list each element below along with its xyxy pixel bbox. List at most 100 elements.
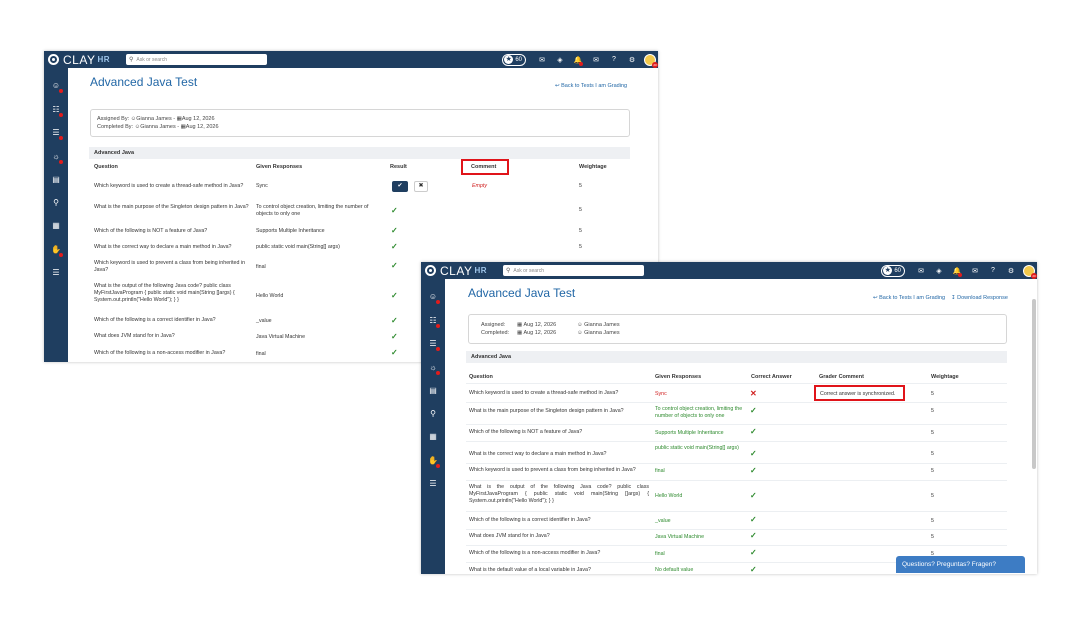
weightage-cell: 5 [579,183,582,189]
response-cell: Java Virtual Machine [256,334,306,340]
users-icon[interactable]: ☺ [425,290,441,304]
assignment-info: Assigned: ▦ Aug 12, 2026 ☺ Gianna James … [468,314,1007,344]
points-badge[interactable]: ★ 60 [881,264,905,277]
back-link[interactable]: ↩ Back to Tests I am Grading [555,83,627,89]
response-cell: _value [256,318,272,324]
back-link[interactable]: ↩ Back to Tests I am Grading [873,295,945,301]
search-doc-icon[interactable]: ⚲ [48,196,64,210]
response-cell: final [256,351,266,357]
help-chat-button[interactable]: Questions? Preguntas? Fragen? [896,556,1025,573]
gear-icon[interactable]: ⚙ [1003,262,1019,279]
col-correct-answer: Correct Answer [751,374,792,380]
bell-icon[interactable]: 🔔 [570,51,586,68]
layers-icon[interactable]: ◈ [552,51,568,68]
question-cell: Which keyword is used to prevent a class… [469,467,636,473]
weightage-cell: 5 [931,451,934,457]
response-cell: final [256,264,266,270]
col-given-responses: Given Responses [256,164,303,170]
comment-highlight-box [461,159,509,175]
response-cell: public static void main(String[] args) [655,445,739,451]
help-icon[interactable]: ? [985,262,1001,279]
users-icon[interactable]: ☺ [48,79,64,93]
check-icon: ✓ [750,515,757,524]
inbox-icon[interactable]: ✉ [534,51,550,68]
mark-wrong-button[interactable]: ✖ [414,181,428,192]
weightage-cell: 5 [931,518,934,524]
invoice-icon[interactable]: ☷ [48,103,64,117]
question-cell: What is the correct way to declare a mai… [94,244,232,250]
search-input[interactable]: ⚲ Ask or search [126,54,267,65]
points-count: 60 [515,56,522,63]
col-result: Result [390,164,407,170]
inbox-icon[interactable]: ✉ [913,262,929,279]
assigned-label: Assigned: [481,322,506,328]
mail-icon[interactable]: ✉ [588,51,604,68]
org-chart-icon[interactable]: ☰ [425,337,441,351]
check-icon: ✓ [391,348,398,357]
weightage-cell: 5 [579,207,582,213]
search-input[interactable]: ⚲ Ask or search [503,265,644,276]
notification-dot [579,62,583,66]
response-cell: public static void main(String[] args) [256,244,340,250]
clipboard-icon[interactable]: ☰ [48,266,64,280]
document-icon[interactable]: ▤ [425,384,441,398]
star-icon: ★ [883,266,893,275]
question-cell: Which of the following is a correct iden… [469,517,591,523]
question-cell: What is the main purpose of the Singleto… [94,204,249,210]
completed-label: Completed: [481,330,510,336]
question-cell: What is the output of the following Java… [469,484,649,504]
check-icon: ✓ [750,565,757,574]
section-header: Advanced Java [466,351,1007,363]
points-count: 60 [894,267,901,274]
check-icon: ✓ [391,206,398,215]
check-icon: ✓ [750,466,757,475]
question-cell: What is the default value of a local var… [469,567,591,573]
download-response-link[interactable]: ↧ Download Response [951,295,1008,301]
star-icon: ★ [504,55,514,64]
page-title: Advanced Java Test [468,286,576,300]
gear-icon[interactable]: ⚙ [624,51,640,68]
scrollbar[interactable] [1032,299,1036,469]
response-cell: Supports Multiple Inheritance [256,228,325,234]
avatar-badge: 20 [1031,272,1037,279]
report-icon[interactable]: ▦ [425,430,441,444]
document-icon[interactable]: ▤ [48,173,64,187]
avatar[interactable]: 20 [644,53,658,68]
clayhr-logo[interactable]: CLAY HR [44,51,124,68]
bell-icon[interactable]: 🔔 [949,262,965,279]
weightage-cell: 5 [931,391,934,397]
lightbulb-icon[interactable]: ☼ [425,361,441,375]
comment-cell[interactable]: Empty [472,183,487,190]
report-icon[interactable]: ▦ [48,219,64,233]
check-icon: ✓ [391,261,398,270]
logo-text: CLAY [63,52,96,67]
sidebar: ☺ ☷ ☰ ☼ ▤ ⚲ ▦ ✋ ☰ [421,279,445,574]
org-chart-icon[interactable]: ☰ [48,126,64,140]
search-placeholder: Ask or search [513,267,544,274]
check-icon: ✓ [391,291,398,300]
mail-icon[interactable]: ✉ [967,262,983,279]
back-link-label: Back to Tests I am Grading [879,295,946,301]
assignment-info: Assigned By: ☺Gianna James - ▦Aug 12, 20… [90,109,630,137]
search-doc-icon[interactable]: ⚲ [425,407,441,421]
response-cell: Java Virtual Machine [655,534,705,540]
invoice-icon[interactable]: ☷ [425,314,441,328]
search-icon: ⚲ [129,57,134,63]
hand-coin-icon[interactable]: ✋ [425,454,441,468]
help-icon[interactable]: ? [606,51,622,68]
top-navbar: CLAY HR ⚲ Ask or search ★ 60 ✉ ◈ 🔔 ✉ ? ⚙ 20 [44,51,658,68]
layers-icon[interactable]: ◈ [931,262,947,279]
main-content: Advanced Java Test ↩ Back to Tests I am … [445,279,1037,574]
top-navbar: CLAY HR ⚲ Ask or search ★ 60 ✉ ◈ 🔔 ✉ ? ⚙ 20 [421,262,1037,279]
clayhr-logo[interactable]: CLAY HR [421,262,501,279]
hand-coin-icon[interactable]: ✋ [48,243,64,257]
avatar[interactable]: 20 [1023,264,1037,279]
weightage-cell: 5 [579,244,582,250]
clipboard-icon[interactable]: ☰ [425,477,441,491]
mark-correct-button[interactable]: ✔ [392,181,408,192]
col-given-responses: Given Responses [655,374,702,380]
download-link-label: Download Response [957,295,1008,301]
lightbulb-icon[interactable]: ☼ [48,150,64,164]
points-badge[interactable]: ★ 60 [502,53,526,66]
calendar-icon: ▦ [517,322,523,328]
